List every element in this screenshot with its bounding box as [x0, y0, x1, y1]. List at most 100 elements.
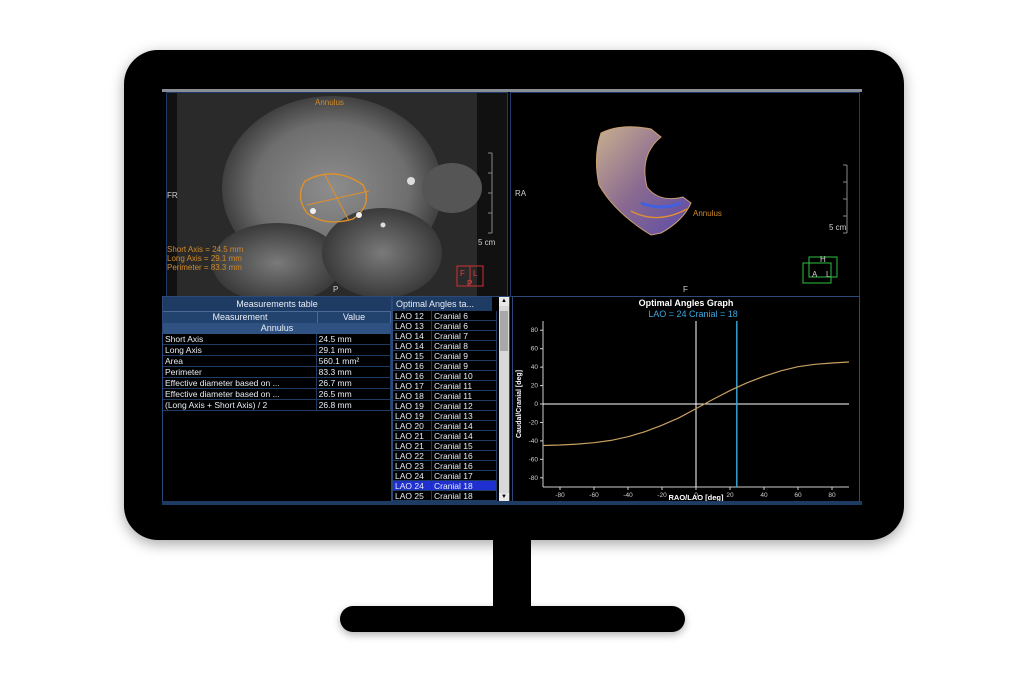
list-item[interactable]: LAO 19 Cranial 13	[393, 411, 497, 421]
y-tick-label: -60	[529, 456, 539, 463]
list-item[interactable]: LAO 24 Cranial 17	[393, 471, 497, 481]
list-item[interactable]: LAO 20 Cranial 14	[393, 421, 497, 431]
scale-label: 5 cm	[478, 238, 496, 247]
optimal-angles-graph[interactable]: Optimal Angles Graph LAO = 24 Cranial = 1…	[512, 296, 860, 503]
scroll-up-icon[interactable]: ▲	[499, 297, 509, 306]
table-row[interactable]: (Long Axis + Short Axis) / 2 26.8 mm	[163, 400, 391, 411]
y-tick-label: 80	[531, 327, 539, 334]
list-item[interactable]: LAO 23 Cranial 16	[393, 461, 497, 471]
list-item[interactable]: LAO 14 Cranial 8	[393, 341, 497, 351]
cranial-value: Cranial 6	[432, 321, 497, 331]
cranial-value: Cranial 6	[432, 311, 497, 321]
orient-a: A	[812, 270, 818, 279]
measurement-value: 26.7 mm	[317, 378, 391, 388]
optimal-angles-chart: Optimal Angles GraphLAO = 24 Cranial = 1…	[516, 298, 850, 502]
list-item[interactable]: LAO 16 Cranial 9	[393, 361, 497, 371]
list-item[interactable]: LAO 16 Cranial 10	[393, 371, 497, 381]
lao-value: LAO 24	[393, 481, 432, 491]
measurement-name: Effective diameter based on ...	[163, 378, 317, 388]
list-item[interactable]: LAO 15 Cranial 9	[393, 351, 497, 361]
measurements-table-title: Measurements table	[163, 297, 391, 312]
table-row[interactable]: Perimeter 83.3 mm	[163, 367, 391, 378]
cranial-value: Cranial 14	[432, 431, 497, 441]
measurement-value: 24.5 mm	[317, 334, 391, 344]
list-item[interactable]: LAO 22 Cranial 16	[393, 451, 497, 461]
lao-value: LAO 19	[393, 411, 432, 421]
x-tick-label: 80	[828, 492, 836, 499]
list-item[interactable]: LAO 25 Cranial 18	[393, 491, 497, 501]
3d-render	[595, 126, 848, 284]
lao-value: LAO 16	[393, 361, 432, 371]
col-value[interactable]: Value	[318, 312, 391, 323]
cranial-value: Cranial 18	[432, 491, 497, 501]
cranial-value: Cranial 15	[432, 441, 497, 451]
cranial-value: Cranial 11	[432, 381, 497, 391]
axial-ct-viewport[interactable]: Annulus FR P 5 cm Short Axis = 24.5 mm L…	[166, 92, 508, 297]
lao-value: LAO 19	[393, 401, 432, 411]
annulus-3d-label: Annulus	[693, 209, 722, 218]
measurement-rows: Short Axis 24.5 mm Long Axis 29.1 mm Area 560…	[163, 334, 391, 411]
table-row[interactable]: Area 560.1 mm²	[163, 356, 391, 367]
3d-volume-viewport[interactable]: RA F Annulus 5 cm H A L	[510, 92, 860, 297]
long-axis-readout: Long Axis = 29.1 mm	[167, 254, 242, 263]
fr-label: FR	[167, 191, 178, 200]
measurement-name: Effective diameter based on ...	[163, 389, 317, 399]
lao-value: LAO 14	[393, 331, 432, 341]
scroll-thumb[interactable]	[500, 311, 508, 351]
cranial-value: Cranial 13	[432, 411, 497, 421]
monitor-stand-base	[340, 606, 685, 632]
y-tick-label: 0	[534, 401, 538, 408]
screen-bottom-bar	[162, 501, 862, 505]
table-row[interactable]: Effective diameter based on ... 26.5 mm	[163, 389, 391, 400]
table-row[interactable]: Short Axis 24.5 mm	[163, 334, 391, 345]
list-item[interactable]: LAO 13 Cranial 6	[393, 321, 497, 331]
x-tick-label: -40	[623, 492, 633, 499]
list-item[interactable]: LAO 21 Cranial 15	[393, 441, 497, 451]
screen: Annulus FR P 5 cm Short Axis = 24.5 mm L…	[162, 89, 862, 505]
measurement-name: Area	[163, 356, 317, 366]
measurements-table: Measurements table Measurement Value Ann…	[162, 296, 392, 503]
optimal-angles-title: Optimal Angles ta...	[393, 297, 492, 311]
list-item[interactable]: LAO 12 Cranial 6	[393, 311, 497, 321]
x-tick-label: -60	[589, 492, 599, 499]
monitor-stand-neck	[493, 536, 531, 610]
list-item[interactable]: LAO 14 Cranial 7	[393, 331, 497, 341]
lao-value: LAO 12	[393, 311, 432, 321]
cranial-value: Cranial 11	[432, 391, 497, 401]
y-tick-label: 60	[531, 346, 539, 353]
section-annulus: Annulus	[163, 323, 391, 334]
list-item[interactable]: LAO 24 Cranial 18	[393, 481, 497, 491]
cranial-value: Cranial 17	[432, 471, 497, 481]
x-tick-label: -20	[657, 492, 667, 499]
ra-label: RA	[515, 189, 527, 198]
col-measurement[interactable]: Measurement	[163, 312, 318, 323]
x-tick-label: -80	[555, 492, 565, 499]
list-item[interactable]: LAO 17 Cranial 11	[393, 381, 497, 391]
orient-f: F	[460, 269, 465, 278]
lao-value: LAO 20	[393, 421, 432, 431]
cranial-value: Cranial 8	[432, 341, 497, 351]
y-axis-label: Caudal/Cranial [deg]	[516, 370, 523, 438]
table-row[interactable]: Long Axis 29.1 mm	[163, 345, 391, 356]
angles-scrollbar[interactable]: ▲ ▼	[499, 297, 509, 502]
list-item[interactable]: LAO 21 Cranial 14	[393, 431, 497, 441]
cranial-value: Cranial 7	[432, 331, 497, 341]
lao-value: LAO 16	[393, 371, 432, 381]
chart-title: Optimal Angles Graph	[639, 298, 734, 308]
optimal-angles-table: Optimal Angles ta... LAO 12 Cranial 6 LAO …	[392, 296, 510, 503]
y-tick-label: -20	[529, 419, 539, 426]
annulus-label: Annulus	[315, 98, 344, 107]
measurement-name: Perimeter	[163, 367, 317, 377]
y-tick-label: 40	[531, 364, 539, 371]
measurement-value: 26.5 mm	[317, 389, 391, 399]
table-row[interactable]: Effective diameter based on ... 26.7 mm	[163, 378, 391, 389]
orient-p: P	[467, 279, 473, 288]
cranial-value: Cranial 10	[432, 371, 497, 381]
lao-value: LAO 21	[393, 441, 432, 451]
p-label: P	[333, 285, 339, 294]
measurement-name: Long Axis	[163, 345, 317, 355]
measurement-name: Short Axis	[163, 334, 317, 344]
list-item[interactable]: LAO 18 Cranial 11	[393, 391, 497, 401]
list-item[interactable]: LAO 19 Cranial 12	[393, 401, 497, 411]
measurements-table-header: Measurement Value	[163, 312, 391, 323]
